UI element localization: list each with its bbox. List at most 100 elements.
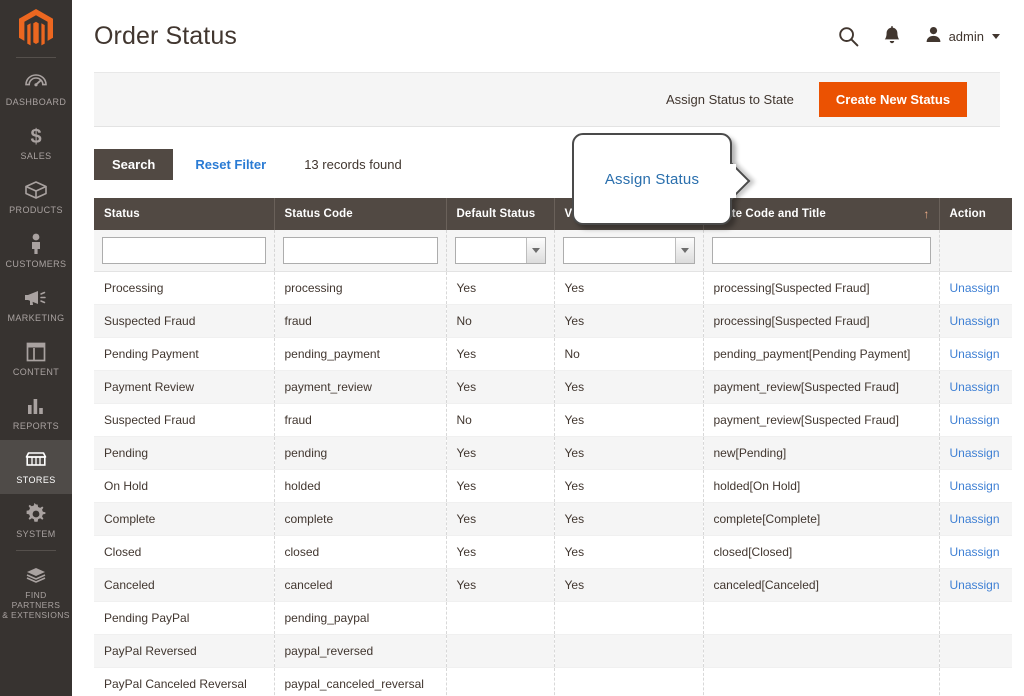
unassign-link[interactable]: Unassign bbox=[950, 545, 1000, 559]
tab-assign-status-to-state[interactable]: Assign Status to State bbox=[666, 92, 794, 107]
table-row: Pending PayPalpending_paypal bbox=[94, 602, 1012, 635]
tab-assign-status-callout[interactable]: Assign Status bbox=[572, 133, 732, 225]
cell-action: Unassign bbox=[939, 437, 1012, 470]
svg-text:$: $ bbox=[30, 126, 41, 147]
sidebar-divider-bottom bbox=[16, 550, 56, 551]
cell-visible-on-storefront: Yes bbox=[554, 569, 703, 602]
search-icon[interactable] bbox=[838, 26, 859, 47]
filter-status-code-input[interactable] bbox=[283, 237, 438, 264]
cell-state-code-and-title: payment_review[Suspected Fraud] bbox=[703, 404, 939, 437]
table-row: CanceledcanceledYesYescanceled[Canceled]… bbox=[94, 569, 1012, 602]
unassign-link[interactable]: Unassign bbox=[950, 479, 1000, 493]
chevron-down-icon bbox=[992, 34, 1000, 39]
sidebar-item-dashboard[interactable]: Dashboard bbox=[0, 62, 72, 116]
sidebar-item-label: Sales bbox=[20, 151, 51, 162]
cell-visible-on-storefront: Yes bbox=[554, 536, 703, 569]
person-icon bbox=[29, 232, 43, 256]
chevron-down-icon bbox=[526, 238, 545, 263]
bell-icon[interactable] bbox=[883, 26, 901, 47]
cell-default-status bbox=[446, 602, 554, 635]
cell-state-code-and-title: processing[Suspected Fraud] bbox=[703, 272, 939, 305]
storefront-icon bbox=[24, 448, 48, 472]
column-header-status-code[interactable]: Status Code bbox=[274, 198, 446, 230]
cell-default-status: Yes bbox=[446, 503, 554, 536]
unassign-link[interactable]: Unassign bbox=[950, 512, 1000, 526]
megaphone-icon bbox=[24, 286, 48, 310]
cell-status: Suspected Fraud bbox=[94, 404, 274, 437]
bar-chart-icon bbox=[25, 394, 47, 418]
filter-status-input[interactable] bbox=[102, 237, 266, 264]
unassign-link[interactable]: Unassign bbox=[950, 380, 1000, 394]
column-header-state-code-and-title[interactable]: State Code and Title ↑ bbox=[703, 198, 939, 230]
cell-default-status: Yes bbox=[446, 470, 554, 503]
sidebar-item-stores[interactable]: Stores bbox=[0, 440, 72, 494]
cell-state-code-and-title: new[Pending] bbox=[703, 437, 939, 470]
cell-state-code-and-title: pending_payment[Pending Payment] bbox=[703, 338, 939, 371]
cell-visible-on-storefront bbox=[554, 602, 703, 635]
cell-default-status: Yes bbox=[446, 338, 554, 371]
filter-cell-action bbox=[939, 230, 1012, 272]
cell-status-code: closed bbox=[274, 536, 446, 569]
user-menu[interactable]: admin bbox=[925, 26, 1000, 46]
sidebar-item-reports[interactable]: Reports bbox=[0, 386, 72, 440]
cell-visible-on-storefront: Yes bbox=[554, 305, 703, 338]
cell-action: Unassign bbox=[939, 470, 1012, 503]
sidebar-item-sales[interactable]: $ Sales bbox=[0, 116, 72, 170]
cell-status-code: fraud bbox=[274, 404, 446, 437]
dollar-icon: $ bbox=[28, 124, 44, 148]
sidebar-item-label: Dashboard bbox=[6, 97, 67, 108]
cell-default-status: Yes bbox=[446, 371, 554, 404]
filter-visible-on-storefront-value bbox=[564, 238, 675, 263]
cell-visible-on-storefront bbox=[554, 635, 703, 668]
sidebar-item-content[interactable]: Content bbox=[0, 332, 72, 386]
cell-default-status bbox=[446, 668, 554, 696]
unassign-link[interactable]: Unassign bbox=[950, 413, 1000, 427]
table-row: Suspected FraudfraudNoYesprocessing[Susp… bbox=[94, 305, 1012, 338]
column-header-status[interactable]: Status bbox=[94, 198, 274, 230]
unassign-link[interactable]: Unassign bbox=[950, 347, 1000, 361]
sidebar-item-marketing[interactable]: Marketing bbox=[0, 278, 72, 332]
cell-action bbox=[939, 602, 1012, 635]
cell-action: Unassign bbox=[939, 305, 1012, 338]
sidebar-item-products[interactable]: Products bbox=[0, 170, 72, 224]
cell-status-code: paypal_reversed bbox=[274, 635, 446, 668]
cell-default-status: No bbox=[446, 305, 554, 338]
records-found-count: 13 records found bbox=[304, 157, 402, 172]
cell-state-code-and-title bbox=[703, 635, 939, 668]
reset-filter-link[interactable]: Reset Filter bbox=[195, 157, 266, 172]
page-title: Order Status bbox=[94, 22, 237, 51]
unassign-link[interactable]: Unassign bbox=[950, 578, 1000, 592]
cell-action bbox=[939, 668, 1012, 696]
column-header-default-status[interactable]: Default Status bbox=[446, 198, 554, 230]
filter-default-status-select[interactable] bbox=[455, 237, 546, 264]
sidebar-item-find-partners[interactable]: Find Partners& Extensions bbox=[0, 555, 72, 628]
unassign-link[interactable]: Unassign bbox=[950, 446, 1000, 460]
cell-state-code-and-title: holded[On Hold] bbox=[703, 470, 939, 503]
cell-status-code: paypal_canceled_reversal bbox=[274, 668, 446, 696]
unassign-link[interactable]: Unassign bbox=[950, 314, 1000, 328]
callout-pointer-mask bbox=[716, 164, 736, 198]
cell-default-status: Yes bbox=[446, 569, 554, 602]
filter-state-code-and-title-input[interactable] bbox=[712, 237, 931, 264]
cell-state-code-and-title: processing[Suspected Fraud] bbox=[703, 305, 939, 338]
create-new-status-button[interactable]: Create New Status bbox=[819, 82, 967, 117]
table-row: On HoldholdedYesYesholded[On Hold]Unassi… bbox=[94, 470, 1012, 503]
gear-icon bbox=[25, 502, 47, 526]
sidebar-item-label: Content bbox=[13, 367, 59, 378]
search-button[interactable]: Search bbox=[94, 149, 173, 180]
cell-status: Payment Review bbox=[94, 371, 274, 404]
sidebar-item-system[interactable]: System bbox=[0, 494, 72, 548]
cell-default-status: Yes bbox=[446, 437, 554, 470]
sidebar-item-customers[interactable]: Customers bbox=[0, 224, 72, 278]
sidebar-item-label: Customers bbox=[6, 259, 67, 270]
user-icon bbox=[925, 26, 942, 46]
grid-body: ProcessingprocessingYesYesprocessing[Sus… bbox=[94, 272, 1012, 696]
sidebar-item-label: System bbox=[16, 529, 55, 540]
filter-visible-on-storefront-select[interactable] bbox=[563, 237, 695, 264]
cell-status-code: payment_review bbox=[274, 371, 446, 404]
grid-toolbar: Search Reset Filter 13 records found bbox=[94, 149, 1000, 180]
magento-logo[interactable] bbox=[0, 0, 72, 55]
unassign-link[interactable]: Unassign bbox=[950, 281, 1000, 295]
cell-action: Unassign bbox=[939, 338, 1012, 371]
cell-visible-on-storefront bbox=[554, 668, 703, 696]
